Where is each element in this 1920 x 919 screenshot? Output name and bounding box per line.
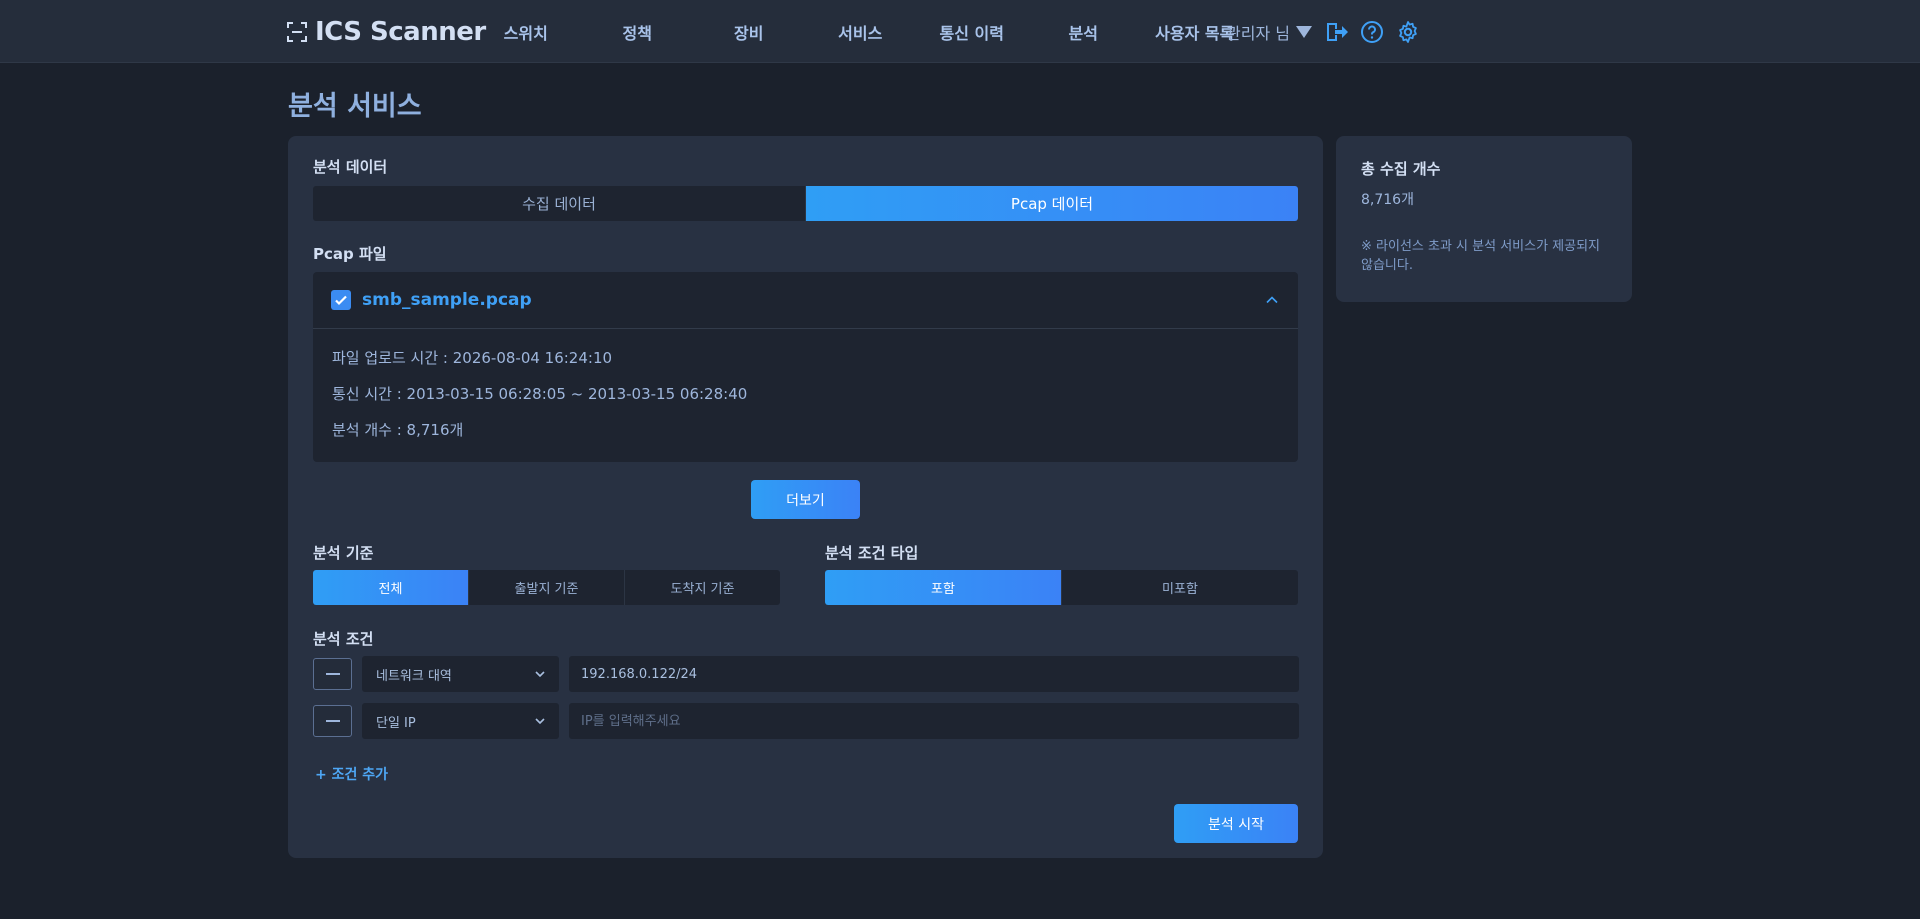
comm-time-text: 통신 시간 : 2013-03-15 06:28:05 ~ 2013-03-15… (332, 385, 748, 403)
tab-pcap-data[interactable]: Pcap 데이터 (805, 186, 1298, 221)
pcap-file-details: 파일 업로드 시간 : 2026-08-04 16:24:10 통신 시간 : … (313, 329, 1298, 467)
help-icon[interactable] (1360, 20, 1384, 44)
total-count-title: 총 수집 개수 (1361, 160, 1441, 178)
main-nav: 스위치 정책 장비 서비스 통신 이력 분석 사용자 목록 (470, 0, 1251, 63)
app-logo[interactable]: ICS Scanner (287, 15, 486, 49)
condition-type-selector: 포함 미포함 (825, 570, 1298, 605)
condition-exclude[interactable]: 미포함 (1061, 570, 1298, 605)
criteria-destination[interactable]: 도착지 기준 (624, 570, 780, 605)
analysis-count-text: 분석 개수 : 8,716개 (332, 421, 464, 439)
nav-device[interactable]: 장비 (693, 20, 805, 44)
condition-type-label: 분석 조건 타입 (825, 544, 919, 562)
remove-condition-button[interactable] (313, 705, 352, 737)
gear-icon[interactable] (1396, 20, 1420, 44)
remove-condition-button[interactable] (313, 658, 352, 690)
user-menu[interactable]: 관리자 님 (1226, 20, 1312, 44)
caret-down-icon (1296, 25, 1312, 38)
condition-include[interactable]: 포함 (825, 570, 1061, 605)
nav-switch[interactable]: 스위치 (470, 20, 582, 44)
add-condition-link[interactable]: + 조건 추가 (315, 764, 388, 784)
criteria-label: 분석 기준 (313, 544, 374, 562)
logout-icon[interactable] (1324, 20, 1348, 44)
app-title: ICS Scanner (315, 17, 486, 47)
top-navigation-bar: ICS Scanner 스위치 정책 장비 서비스 통신 이력 분석 사용자 목… (0, 0, 1920, 63)
condition-value-input[interactable] (569, 656, 1299, 692)
condition-type-select[interactable]: 단일 IP (362, 703, 559, 739)
ip-input[interactable] (569, 703, 1299, 739)
analysis-data-label: 분석 데이터 (313, 158, 388, 176)
criteria-selector: 전체 출발지 기준 도착지 기준 (313, 570, 780, 605)
more-button[interactable]: 더보기 (751, 480, 860, 519)
analysis-data-tabs: 수집 데이터 Pcap 데이터 (313, 186, 1298, 221)
page-title: 분석 서비스 (288, 91, 422, 122)
pcap-file-name: smb_sample.pcap (362, 290, 532, 310)
pcap-file-label: Pcap 파일 (313, 245, 387, 263)
total-count-value: 8,716개 (1361, 192, 1414, 208)
condition-row: 단일 IP (313, 703, 1299, 739)
summary-panel: 총 수집 개수 8,716개 ※ 라이선스 초과 시 분석 서비스가 제공되지 … (1336, 136, 1632, 302)
analysis-panel: 분석 데이터 수집 데이터 Pcap 데이터 Pcap 파일 smb_sampl… (288, 136, 1323, 858)
nav-comm-history[interactable]: 통신 이력 (916, 20, 1028, 44)
criteria-all[interactable]: 전체 (313, 570, 468, 605)
condition-type-value: 단일 IP (376, 715, 416, 731)
pcap-file-card: smb_sample.pcap 파일 업로드 시간 : 2026-08-04 1… (313, 272, 1298, 462)
scanner-icon (287, 22, 307, 42)
minus-icon (325, 720, 340, 722)
upload-time-text: 파일 업로드 시간 : 2026-08-04 16:24:10 (332, 349, 613, 367)
chevron-down-icon (535, 671, 545, 678)
nav-policy[interactable]: 정책 (582, 20, 694, 44)
condition-type-select[interactable]: 네트워크 대역 (362, 656, 559, 692)
condition-type-value: 네트워크 대역 (376, 668, 452, 684)
conditions-label: 분석 조건 (313, 630, 374, 648)
minus-icon (325, 673, 340, 675)
check-icon (335, 295, 347, 306)
file-checkbox[interactable] (331, 290, 351, 310)
condition-row: 네트워크 대역 (313, 656, 1299, 692)
pcap-file-header[interactable]: smb_sample.pcap (313, 272, 1298, 329)
user-area: 관리자 님 (1226, 0, 1420, 63)
tab-collected-data[interactable]: 수집 데이터 (313, 186, 805, 221)
chevron-down-icon (535, 718, 545, 725)
chevron-up-icon[interactable] (1264, 292, 1280, 308)
nav-analysis[interactable]: 분석 (1028, 20, 1140, 44)
criteria-source[interactable]: 출발지 기준 (468, 570, 624, 605)
nav-service[interactable]: 서비스 (805, 20, 917, 44)
start-analysis-button[interactable]: 분석 시작 (1174, 804, 1298, 843)
user-name-label: 관리자 님 (1226, 23, 1290, 43)
license-note: ※ 라이선스 초과 시 분석 서비스가 제공되지 않습니다. (1361, 239, 1601, 273)
